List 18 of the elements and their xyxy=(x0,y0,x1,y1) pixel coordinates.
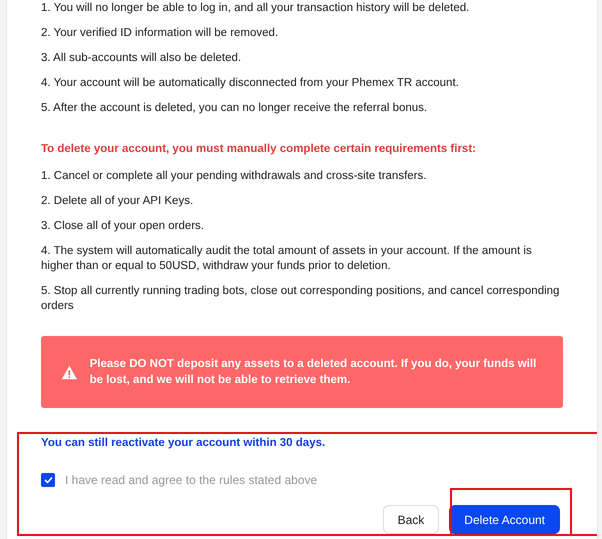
consequence-item: 5. After the account is deleted, you can no longer receive the referral bonus. xyxy=(41,101,428,116)
check-icon xyxy=(44,476,52,484)
requirement-item: 4. The system will automatically audit the total amount of assets in your account. If the amount is higher than or equal to 50USD, withdraw your funds prior to deletion. xyxy=(41,244,533,274)
reactivate-note: You can still reactivate your account within 30 days. xyxy=(41,436,326,451)
agree-checkbox[interactable] xyxy=(41,473,55,487)
requirement-item: 3. Close all of your open orders. xyxy=(41,219,206,234)
requirement-item: 5. Stop all currently running trading bots, close out corresponding positions, and cancel corresponding orders xyxy=(41,284,560,314)
requirements-heading: To delete your account, you must manually complete certain requirements first: xyxy=(41,142,477,157)
delete-account-button[interactable]: Delete Account xyxy=(449,505,560,534)
requirement-item: 2. Delete all of your API Keys. xyxy=(41,194,194,209)
requirement-item: 1. Cancel or complete all your pending withdrawals and cross-site transfers. xyxy=(41,169,428,184)
consequence-item: 3. All sub-accounts will also be deleted. xyxy=(41,51,242,66)
back-button[interactable]: Back xyxy=(382,505,440,534)
consequence-item: 1. You will no longer be able to log in, and all your transaction history will be deleted. xyxy=(41,1,470,16)
warning-text: Please DO NOT deposit any assets to a deleted account. If you do, your funds will be lost, and we will not be able to retrieve them. xyxy=(90,357,538,388)
consequence-item: 4. Your account will be automatically disconnected from your Phemex TR account. xyxy=(41,76,460,91)
agree-label: I have read and agree to the rules stated above xyxy=(65,473,318,487)
consequence-item: 2. Your verified ID information will be removed. xyxy=(41,26,280,41)
